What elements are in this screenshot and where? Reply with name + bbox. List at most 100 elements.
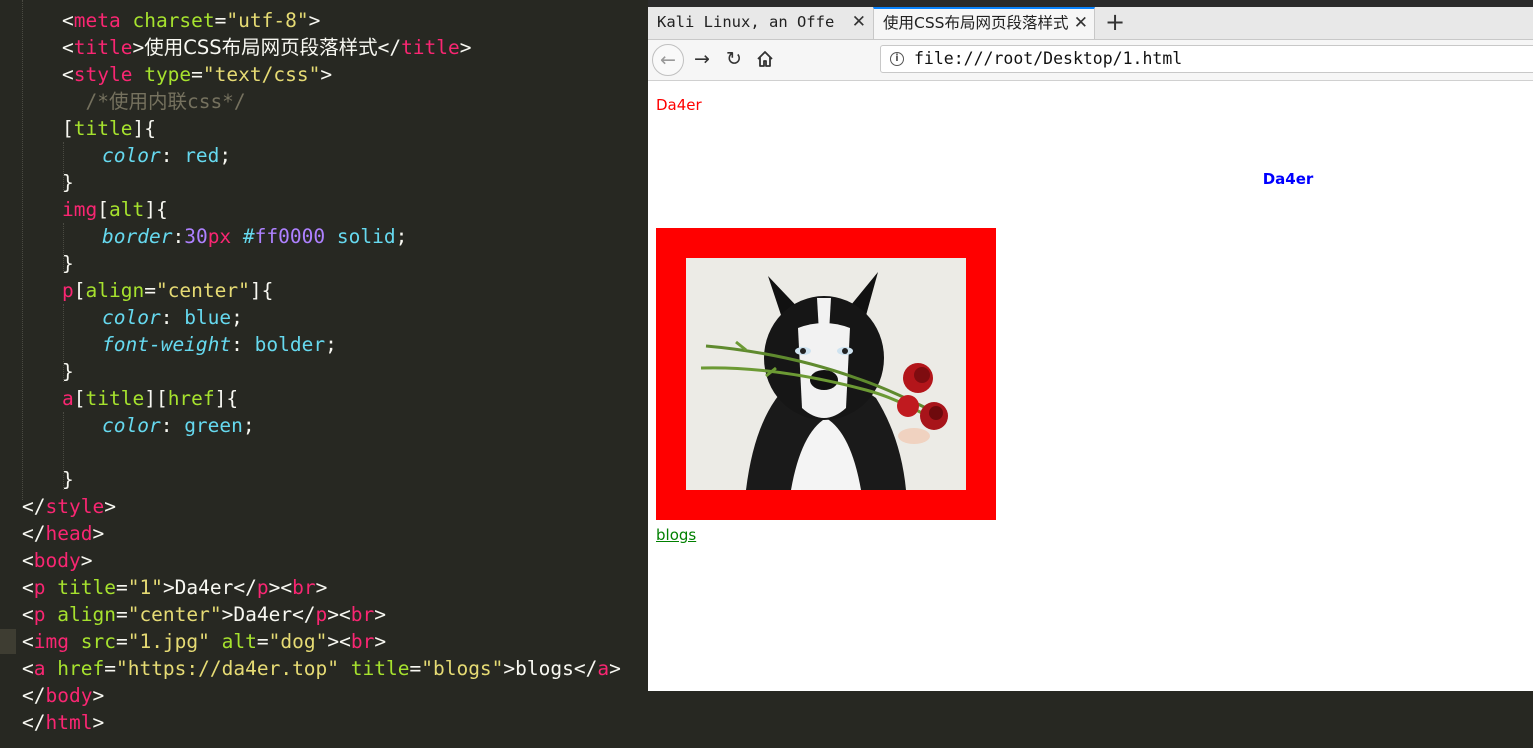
blogs-link[interactable]: blogs — [656, 526, 696, 544]
code-token: style — [73, 63, 133, 86]
code-token: [ — [73, 387, 86, 410]
code-token: green — [184, 414, 243, 437]
desktop-background — [648, 691, 1533, 748]
code-token: blue — [184, 306, 232, 329]
code-token: < — [22, 549, 34, 572]
code-token: title — [401, 36, 460, 59]
code-token: body — [33, 549, 81, 572]
info-icon[interactable]: i — [890, 52, 904, 66]
code-token: p — [33, 603, 46, 626]
code-token: src — [80, 630, 116, 653]
code-token: "center" — [155, 279, 250, 302]
code-line: } — [62, 250, 74, 277]
code-line: p[align="center"]{ — [62, 277, 273, 304]
code-line: color: green; — [102, 412, 255, 439]
code-token: = — [214, 9, 227, 32]
code-line: } — [62, 358, 74, 385]
code-token: p — [33, 576, 46, 599]
code-line: } — [62, 466, 74, 493]
code-token: solid — [336, 225, 396, 248]
code-token: = — [409, 657, 422, 680]
tab-label: Kali Linux, an Offe — [657, 13, 835, 31]
code-token: alt — [221, 630, 257, 653]
code-token: html — [45, 711, 93, 734]
code-token: >Da4er</ — [221, 603, 316, 626]
code-token: > — [308, 9, 321, 32]
code-token: "center" — [127, 603, 222, 626]
close-icon[interactable]: ✕ — [1074, 9, 1088, 37]
code-token: br — [292, 576, 316, 599]
code-token: </ — [22, 684, 46, 707]
code-token: : — [160, 144, 185, 167]
code-token: = — [191, 63, 203, 86]
code-token: ][ — [144, 387, 168, 410]
code-token: /*使用内联css*/ — [62, 90, 246, 113]
browser-window: Kali Linux, an Offe ✕ 使用CSS布局网页段落样式 ✕ + … — [648, 7, 1533, 691]
code-token: "https://da4er.top" — [115, 657, 340, 680]
code-line: font-weight: bolder; — [102, 331, 337, 358]
back-arrow-icon[interactable]: ← — [652, 44, 684, 76]
code-token: = — [144, 279, 156, 302]
code-token: "blogs" — [421, 657, 504, 680]
code-token: < — [22, 603, 34, 626]
window-edge — [648, 0, 1533, 7]
tab-kali-linux[interactable]: Kali Linux, an Offe ✕ — [648, 7, 872, 39]
code-token: "utf-8" — [226, 9, 309, 32]
code-token: > — [132, 36, 145, 59]
code-token: ; — [242, 414, 255, 437]
code-token: > — [92, 684, 105, 707]
new-tab-button[interactable]: + — [1103, 7, 1127, 39]
code-token: p — [62, 279, 74, 302]
code-token: style — [45, 495, 105, 518]
dog-image — [656, 228, 996, 520]
code-token: [ — [97, 198, 109, 221]
code-token: = — [115, 603, 128, 626]
code-line: a[title][href]{ — [62, 385, 238, 412]
code-token: </ — [22, 495, 46, 518]
code-token: type — [144, 63, 192, 86]
code-line: color: blue; — [102, 304, 243, 331]
code-token: < — [22, 576, 34, 599]
code-line: <a href="https://da4er.top" title="blogs… — [22, 655, 621, 682]
url-text[interactable]: file:///root/Desktop/1.html — [914, 46, 1182, 72]
code-line: <p title="1">Da4er</p><br> — [22, 574, 327, 601]
code-token: >< — [268, 576, 293, 599]
code-token: body — [45, 684, 93, 707]
code-token: color — [102, 414, 161, 437]
code-token: 30 — [184, 225, 208, 248]
code-token: img — [62, 198, 98, 221]
current-line-marker — [0, 629, 16, 654]
code-token: : — [160, 414, 185, 437]
code-token: </ — [377, 36, 402, 59]
code-line: </style> — [22, 493, 116, 520]
forward-arrow-icon[interactable]: → — [688, 45, 716, 73]
code-line: } — [62, 169, 74, 196]
address-bar[interactable]: i file:///root/Desktop/1.html — [880, 45, 1533, 73]
code-token: </ — [22, 711, 46, 734]
reload-icon[interactable]: ↻ — [720, 45, 748, 73]
code-line: border:30px #ff0000 solid; — [102, 223, 407, 250]
home-icon[interactable] — [751, 45, 779, 73]
code-line: <meta charset="utf-8"> — [62, 7, 320, 34]
code-line: /*使用内联css*/ — [62, 88, 246, 115]
code-token: alt — [108, 198, 145, 221]
code-token: border — [102, 225, 173, 248]
tab-css-page[interactable]: 使用CSS布局网页段落样式 ✕ — [873, 7, 1095, 39]
code-token: align — [85, 279, 145, 302]
code-editor[interactable]: <meta charset="utf-8"> <title>使用CSS布局网页段落… — [0, 0, 648, 748]
code-token: > — [92, 522, 105, 545]
code-token: color — [102, 144, 161, 167]
code-token: # — [242, 225, 255, 248]
code-token: > — [104, 495, 116, 518]
code-token: title — [57, 576, 116, 599]
code-token: >blogs</ — [503, 657, 598, 680]
close-icon[interactable]: ✕ — [852, 7, 866, 37]
code-token: > — [609, 657, 621, 680]
code-line: <title>使用CSS布局网页段落样式</title> — [62, 34, 472, 61]
code-token: head — [45, 522, 93, 545]
code-token: > — [459, 36, 472, 59]
